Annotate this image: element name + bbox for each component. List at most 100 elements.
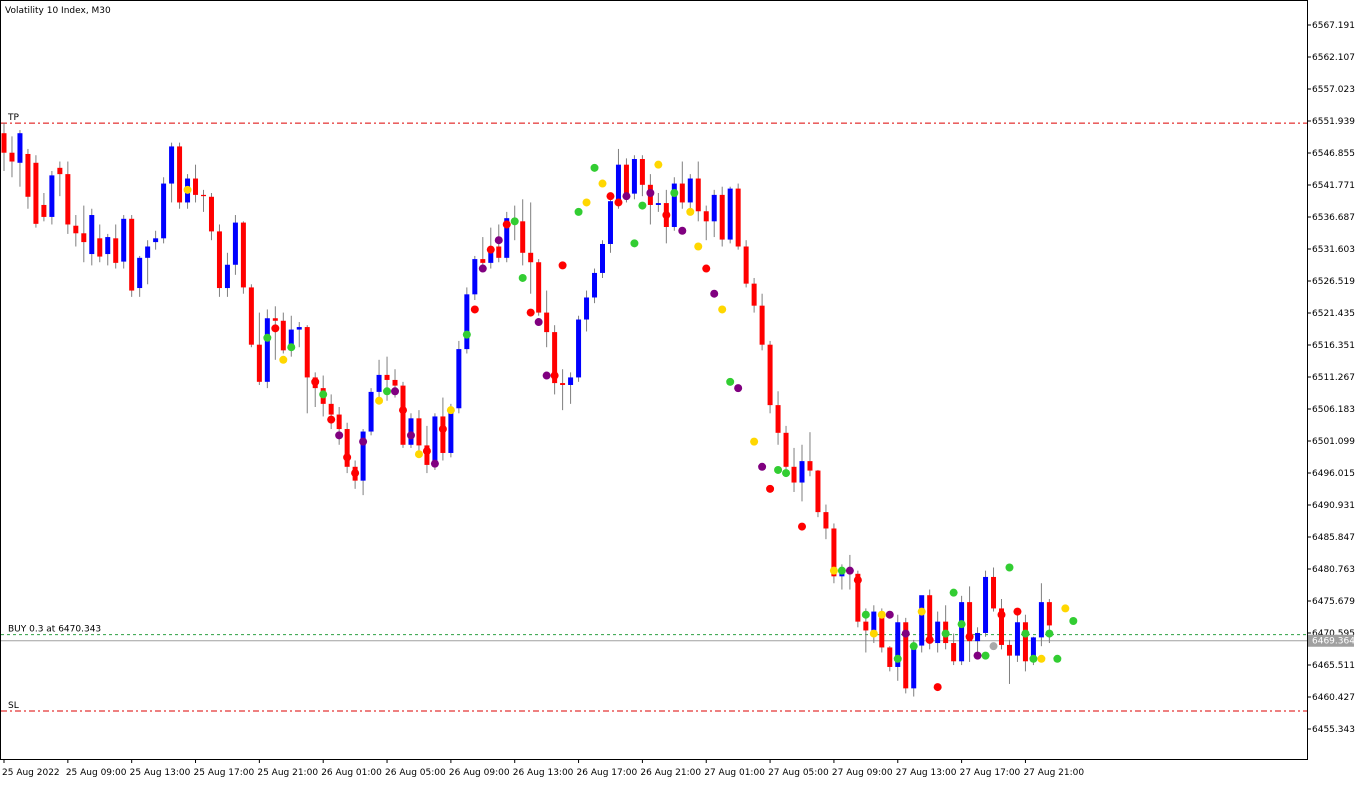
signal-marker bbox=[1045, 629, 1054, 638]
candle-body bbox=[25, 153, 31, 197]
y-tick-label: 6475.679 bbox=[1312, 597, 1355, 607]
candle-body bbox=[607, 201, 613, 244]
candle-body bbox=[73, 225, 79, 234]
candle-body bbox=[887, 647, 893, 667]
signal-marker bbox=[558, 261, 567, 270]
signal-marker bbox=[446, 406, 455, 415]
x-tick-label: 27 Aug 13:00 bbox=[896, 768, 957, 778]
candle-body bbox=[33, 162, 39, 224]
signal-marker bbox=[949, 588, 958, 597]
candle-body bbox=[153, 238, 159, 243]
candle-body bbox=[272, 318, 278, 321]
candle-body bbox=[951, 643, 957, 662]
signal-marker bbox=[829, 566, 838, 575]
signal-marker bbox=[534, 318, 543, 327]
signal-marker bbox=[598, 179, 607, 188]
signal-marker bbox=[399, 406, 407, 415]
price-chart[interactable]: TP SL BUY 0.3 at 6470.343 6567.191 6562.107… bbox=[0, 0, 1366, 782]
candle-body bbox=[1046, 602, 1052, 626]
candle-body bbox=[384, 374, 390, 380]
candle-body bbox=[544, 312, 550, 333]
candle-body bbox=[983, 576, 989, 633]
candle-body bbox=[863, 621, 869, 631]
signal-marker bbox=[327, 415, 336, 424]
candle-body bbox=[911, 645, 917, 689]
candle-body bbox=[528, 252, 534, 263]
signal-marker bbox=[263, 333, 272, 342]
signal-marker bbox=[941, 629, 950, 638]
signal-marker bbox=[438, 425, 447, 434]
candle-body bbox=[81, 233, 87, 243]
x-tick-label: 27 Aug 05:00 bbox=[768, 768, 829, 778]
candle-body bbox=[224, 264, 230, 289]
candle-body bbox=[751, 283, 757, 306]
signal-marker bbox=[478, 264, 487, 273]
bid-price-label: 6469.364 bbox=[1312, 637, 1355, 647]
candle-body bbox=[536, 262, 542, 313]
signal-marker bbox=[981, 651, 990, 660]
candle-body bbox=[799, 461, 805, 483]
signal-marker bbox=[183, 185, 192, 194]
candle-body bbox=[711, 194, 717, 222]
signal-marker bbox=[933, 683, 942, 692]
x-tick-label: 27 Aug 21:00 bbox=[1023, 768, 1084, 778]
y-tick-label: 6496.015 bbox=[1312, 469, 1355, 479]
candle-body bbox=[791, 466, 797, 483]
candle-body bbox=[472, 259, 478, 295]
signal-marker bbox=[861, 610, 870, 619]
y-tick-label: 6516.351 bbox=[1312, 341, 1355, 351]
candle-body bbox=[145, 246, 151, 258]
signal-marker bbox=[718, 305, 727, 314]
x-tick-label: 27 Aug 01:00 bbox=[704, 768, 765, 778]
candle-body bbox=[815, 470, 821, 513]
y-tick-label: 6567.191 bbox=[1312, 21, 1355, 31]
candle-body bbox=[328, 403, 334, 415]
signal-marker bbox=[766, 484, 775, 493]
plot-area-frame bbox=[0, 0, 1308, 760]
candle-body bbox=[600, 243, 605, 273]
candle-body bbox=[975, 632, 981, 642]
candle-body bbox=[991, 576, 997, 609]
signal-marker bbox=[614, 198, 623, 207]
candle-body bbox=[448, 408, 454, 453]
signal-marker bbox=[359, 437, 368, 446]
signal-marker bbox=[678, 226, 687, 235]
signal-marker bbox=[622, 192, 631, 201]
x-tick-label: 25 Aug 09:00 bbox=[66, 768, 127, 778]
candle-body bbox=[735, 188, 741, 247]
candle-body bbox=[496, 246, 502, 258]
candle-body bbox=[392, 379, 398, 386]
signal-marker bbox=[702, 264, 711, 273]
chart-canvas[interactable]: TP SL BUY 0.3 at 6470.343 6567.191 6562.107… bbox=[0, 0, 1366, 782]
signal-marker bbox=[670, 189, 679, 197]
y-tick-label: 6480.763 bbox=[1312, 565, 1355, 575]
candle-body bbox=[807, 461, 813, 471]
candle-body bbox=[560, 383, 566, 385]
x-tick-label: 26 Aug 09:00 bbox=[449, 768, 510, 778]
y-tick-label: 6490.931 bbox=[1312, 501, 1355, 511]
candle-body bbox=[775, 405, 781, 433]
candle-body bbox=[57, 167, 63, 175]
candle-body bbox=[400, 385, 406, 445]
signal-marker bbox=[1029, 654, 1038, 663]
signal-marker bbox=[654, 160, 663, 169]
candle-body bbox=[1038, 602, 1044, 638]
candle-body bbox=[568, 377, 574, 385]
candle-body bbox=[416, 418, 422, 446]
signal-marker bbox=[694, 242, 703, 251]
signal-marker bbox=[917, 607, 926, 616]
candle-body bbox=[783, 432, 789, 467]
candle-body bbox=[480, 259, 486, 263]
signal-marker bbox=[574, 207, 583, 216]
signal-marker bbox=[1069, 617, 1078, 626]
signal-marker bbox=[901, 629, 910, 638]
signal-marker bbox=[518, 273, 527, 282]
y-tick-label: 6526.519 bbox=[1312, 277, 1355, 287]
y-tick-label: 6455.343 bbox=[1312, 725, 1355, 735]
candle-body bbox=[296, 327, 302, 330]
x-tick-label: 27 Aug 09:00 bbox=[832, 768, 893, 778]
signal-marker bbox=[526, 308, 535, 317]
x-tick-label: 26 Aug 21:00 bbox=[640, 768, 701, 778]
candle-body bbox=[113, 238, 119, 263]
signal-marker bbox=[462, 330, 471, 339]
